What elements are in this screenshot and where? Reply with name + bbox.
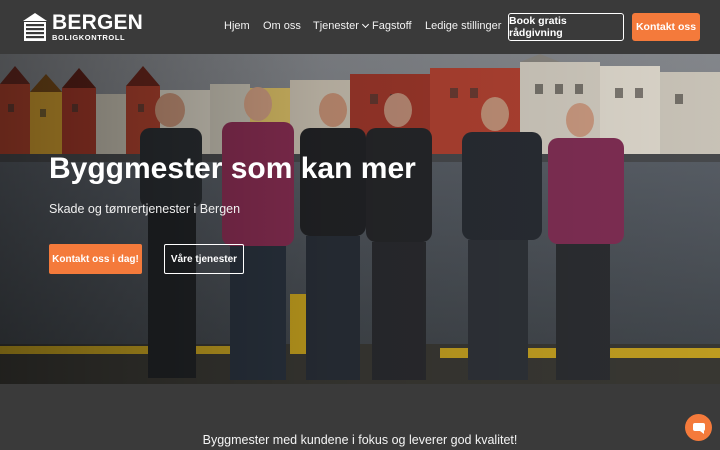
chat-widget-button[interactable]	[685, 414, 712, 441]
logo-title: BERGEN	[52, 11, 144, 35]
hero-subtitle: Skade og tømrertjenester i Bergen	[49, 202, 241, 216]
intro-section: Byggmester med kundene i fokus og levere…	[0, 384, 720, 450]
hero-background-image	[0, 54, 720, 384]
intro-tagline: Byggmester med kundene i fokus og levere…	[202, 433, 518, 447]
our-services-button[interactable]: Våre tjenester	[164, 244, 244, 274]
hero-section: Byggmester som kan mer Skade og tømrertj…	[0, 54, 720, 384]
nav-item-tjenester[interactable]: Tjenester	[313, 20, 369, 32]
hero-title: Byggmester som kan mer	[49, 152, 416, 185]
contact-today-button[interactable]: Kontakt oss i dag!	[49, 244, 142, 274]
contact-button[interactable]: Kontakt oss	[632, 13, 700, 41]
nav-item-ledige-stillinger[interactable]: Ledige stillinger	[425, 20, 501, 32]
nav-item-fagstoff[interactable]: Fagstoff	[372, 20, 412, 32]
logo-house-icon	[23, 13, 47, 41]
site-header: BERGEN BOLIGKONTROLL Hjem Om oss Tjenest…	[0, 0, 720, 54]
chat-icon	[692, 422, 705, 434]
logo-subtitle: BOLIGKONTROLL	[52, 33, 126, 43]
chevron-down-icon	[361, 20, 369, 29]
book-consultation-button[interactable]: Book gratis rådgivning	[508, 13, 624, 41]
page: BERGEN BOLIGKONTROLL Hjem Om oss Tjenest…	[0, 0, 720, 450]
nav-item-tjenester-label: Tjenester	[313, 20, 359, 32]
nav-item-om-oss[interactable]: Om oss	[263, 20, 301, 32]
logo[interactable]: BERGEN BOLIGKONTROLL	[22, 12, 143, 42]
nav-item-hjem[interactable]: Hjem	[224, 20, 250, 32]
